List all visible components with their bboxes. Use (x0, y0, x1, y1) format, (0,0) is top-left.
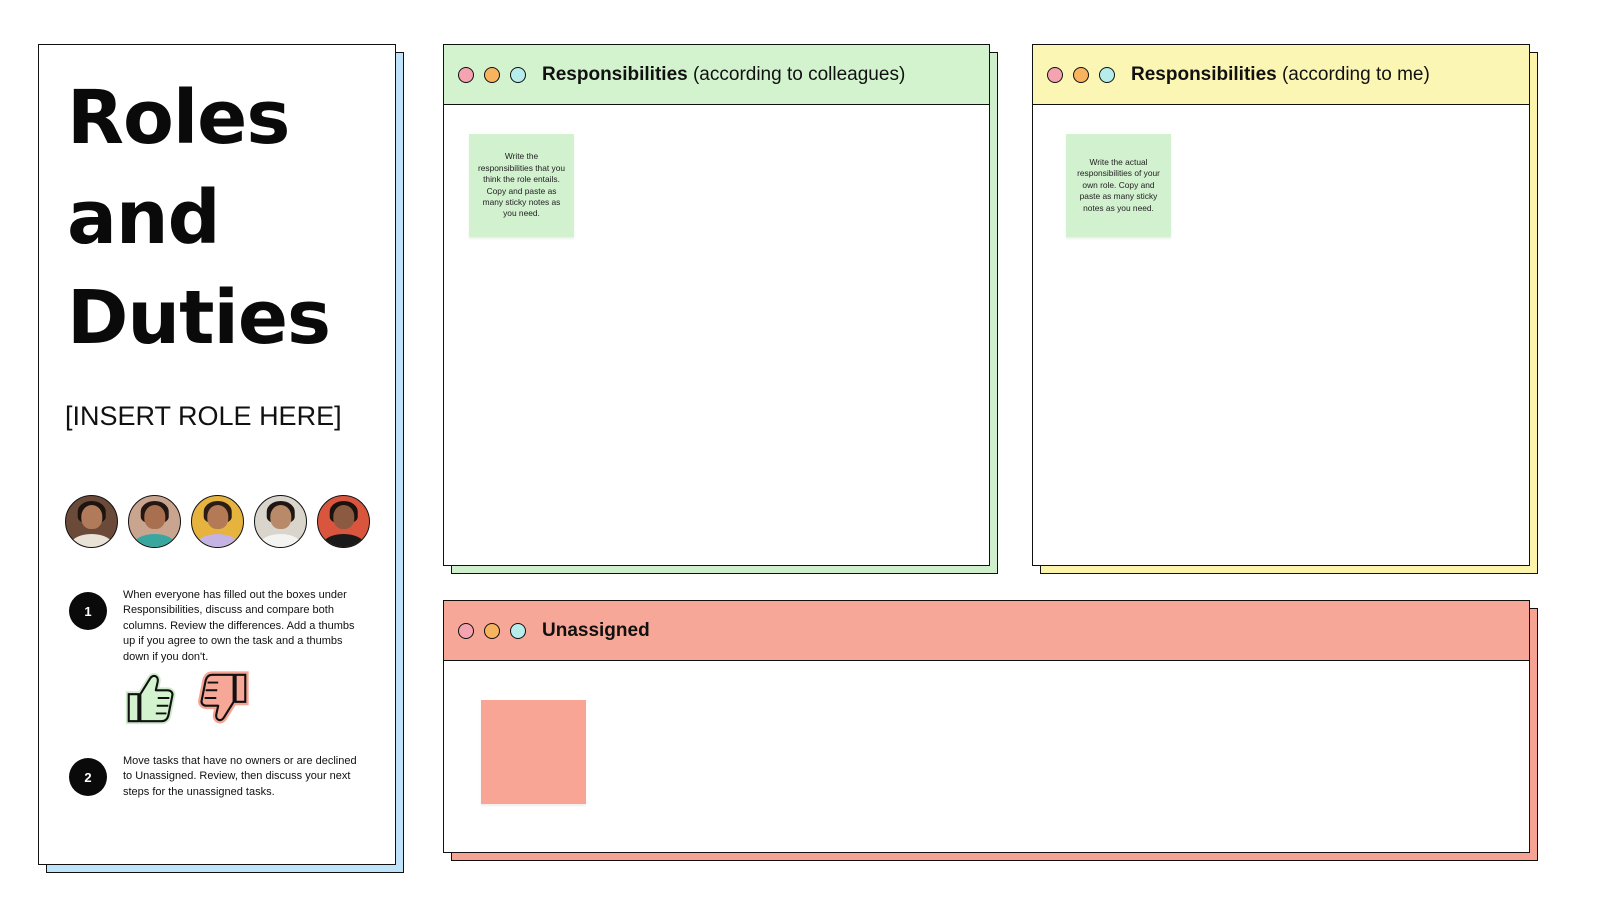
panel-title-suffix: (according to me) (1276, 63, 1430, 85)
title-line-3: Duties (67, 275, 331, 361)
avatar[interactable] (65, 495, 118, 548)
maximize-dot-icon (510, 622, 526, 639)
me-panel: Responsibilities (according to me) Write… (1032, 44, 1530, 566)
step-text: When everyone has filled out the boxes u… (123, 589, 355, 663)
step-text: Move tasks that have no owners or are de… (123, 755, 357, 798)
title-line-2: and (67, 175, 221, 261)
minimize-dot-icon (484, 66, 500, 83)
window-controls (458, 622, 526, 639)
reaction-icons (121, 669, 253, 727)
unassigned-panel-header: Unassigned (444, 601, 1529, 661)
sticky-note[interactable] (481, 700, 586, 804)
close-dot-icon (458, 622, 474, 639)
step-number-badge: 2 (69, 758, 107, 796)
panel-title: Unassigned (542, 620, 650, 642)
panel-title-bold: Responsibilities (1131, 63, 1277, 85)
info-panel: Roles and Duties [INSERT ROLE HERE] 1 Wh… (38, 44, 396, 865)
panel-title-bold: Unassigned (542, 619, 650, 641)
window-controls (1047, 66, 1115, 83)
thumbs-up-icon[interactable] (121, 669, 179, 727)
me-panel-header: Responsibilities (according to me) (1033, 45, 1529, 105)
colleagues-panel-header: Responsibilities (according to colleague… (444, 45, 989, 105)
sticky-note[interactable]: Write the responsibilities that you thin… (469, 134, 574, 237)
avatar[interactable] (191, 495, 244, 548)
avatar[interactable] (128, 495, 181, 548)
panel-title-bold: Responsibilities (542, 63, 688, 85)
colleagues-panel: Responsibilities (according to colleague… (443, 44, 990, 566)
thumbs-down-icon[interactable] (195, 669, 253, 727)
minimize-dot-icon (1073, 66, 1089, 83)
title-line-1: Roles (67, 75, 290, 161)
minimize-dot-icon (484, 622, 500, 639)
role-placeholder[interactable]: [INSERT ROLE HERE] (65, 401, 342, 432)
panel-title: Responsibilities (according to me) (1131, 64, 1430, 86)
unassigned-panel: Unassigned (443, 600, 1530, 853)
close-dot-icon (458, 66, 474, 83)
sticky-note[interactable]: Write the actual responsibilities of you… (1066, 134, 1171, 237)
panel-title-suffix: (according to colleagues) (687, 63, 906, 85)
panel-title: Responsibilities (according to colleague… (542, 64, 905, 86)
close-dot-icon (1047, 66, 1063, 83)
avatar-group (65, 495, 370, 548)
step-number-badge: 1 (69, 592, 107, 630)
window-controls (458, 66, 526, 83)
maximize-dot-icon (1099, 66, 1115, 83)
avatar[interactable] (317, 495, 370, 548)
avatar[interactable] (254, 495, 307, 548)
maximize-dot-icon (510, 66, 526, 83)
